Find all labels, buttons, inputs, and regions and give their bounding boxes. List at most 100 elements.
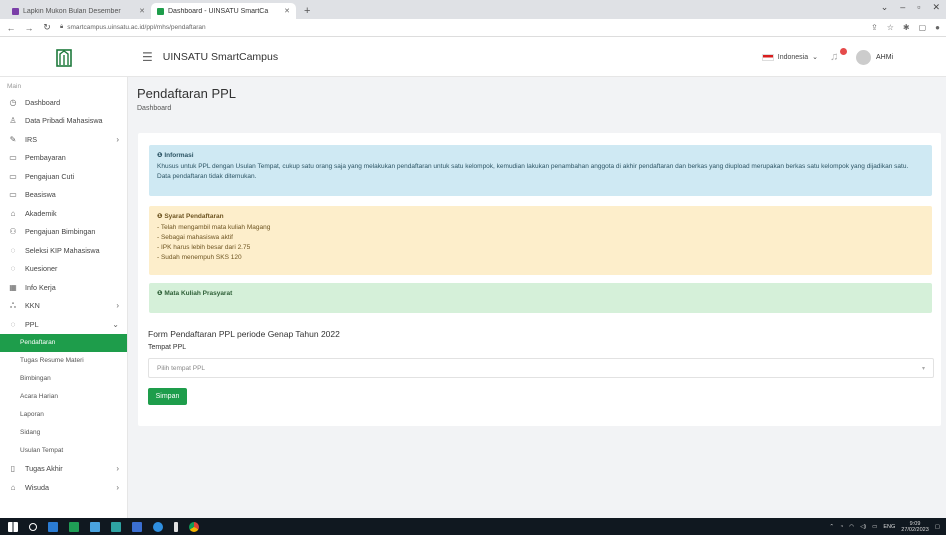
sidebar-item-label: Wisuda bbox=[25, 482, 49, 492]
sidebar-item-pengajuan-bimbingan[interactable]: ⚇ Pengajuan Bimbingan bbox=[0, 223, 127, 242]
sidebar-subitem-sidang[interactable]: Sidang bbox=[0, 424, 127, 442]
browser-tab-lapkin[interactable]: Lapkin Mukon Bulan Desember ✕ bbox=[6, 3, 151, 19]
chevron-down-icon: ▾ bbox=[921, 365, 925, 372]
photos-icon[interactable] bbox=[111, 521, 121, 532]
sidebar-item-data-pribadi-mahasiswa[interactable]: ♙ Data Pribadi Mahasiswa bbox=[0, 112, 127, 131]
browser-tab-dashboard[interactable]: Dashboard - UINSATU SmartCa ✕ bbox=[151, 3, 296, 19]
store-icon[interactable] bbox=[132, 521, 142, 532]
logo-area[interactable] bbox=[0, 47, 128, 67]
sidebar-item-label: PPL bbox=[25, 319, 39, 329]
wifi-icon[interactable]: ◠ bbox=[849, 524, 854, 530]
sidebar-item-ppl[interactable]: ◌ PPL ⌄ bbox=[0, 315, 127, 334]
sidebar: Main ◷ Dashboard ♙ Data Pribadi Mahasiswa ✎ I… bbox=[0, 77, 128, 518]
search-icon[interactable] bbox=[29, 522, 37, 531]
tempat-ppl-select[interactable]: Pilih tempat PPL ▾ bbox=[148, 358, 934, 378]
people-icon: ஃ bbox=[9, 300, 17, 310]
tab-search-icon[interactable]: ⌄ bbox=[881, 2, 889, 13]
input-language[interactable]: ENG bbox=[883, 524, 895, 530]
select-placeholder: Pilih tempat PPL bbox=[157, 364, 206, 372]
excel-icon[interactable] bbox=[69, 521, 79, 532]
sidebar-item-label: Dashboard bbox=[25, 97, 61, 107]
network-icon[interactable]: ◔ bbox=[840, 524, 843, 530]
info-alert-text: Khusus untuk PPL dengan Usulan Tempat, c… bbox=[157, 163, 909, 170]
mortarboard-icon: ⌂ bbox=[10, 482, 16, 492]
volume-icon[interactable]: ◁) bbox=[860, 524, 866, 530]
mortarboard-icon: ⌂ bbox=[10, 208, 16, 218]
back-icon[interactable]: ← bbox=[6, 23, 16, 33]
url-field[interactable]: 🔒︎ smartcampus.uinsatu.ac.id/ppl/mhs/pen… bbox=[60, 21, 863, 34]
browser-address-bar: ← → ↻ 🔒︎ smartcampus.uinsatu.ac.id/ppl/m… bbox=[0, 19, 946, 37]
sidebar-item-pembayaran[interactable]: ▭ Pembayaran bbox=[0, 149, 127, 168]
clock-date: 27/02/2023 bbox=[901, 526, 929, 533]
page-title: Pendaftaran PPL bbox=[137, 86, 237, 101]
tray-chevron-up-icon[interactable]: ⌃ bbox=[829, 524, 834, 530]
info-alert-note: Data pendaftaran tidak ditemukan. bbox=[157, 173, 257, 180]
reload-icon[interactable]: ↻ bbox=[42, 22, 52, 33]
profile-icon[interactable]: ● bbox=[935, 23, 940, 32]
sidebar-item-seleksi-kip-mahasiswa[interactable]: ◌ Seleksi KIP Mahasiswa bbox=[0, 241, 127, 260]
word-icon[interactable] bbox=[48, 521, 58, 532]
close-tab-icon[interactable]: ✕ bbox=[284, 7, 290, 15]
new-tab-button[interactable]: + bbox=[296, 3, 318, 19]
sidebar-subitem-usulan-tempat[interactable]: Usulan Tempat bbox=[0, 442, 127, 460]
breadcrumb[interactable]: Dashboard bbox=[137, 105, 171, 112]
notification-button[interactable]: ♫ bbox=[830, 48, 847, 63]
sidebar-item-wisuda[interactable]: ⌂ Wisuda › bbox=[0, 478, 127, 497]
sidebar-menu: ◷ Dashboard ♙ Data Pribadi Mahasiswa ✎ IRS › ▭ P… bbox=[0, 93, 127, 497]
requirement-item: - Sudah menempuh SKS 120 bbox=[157, 254, 242, 261]
save-button[interactable]: Simpan bbox=[148, 388, 187, 405]
sidebar-item-label: Data Pribadi Mahasiswa bbox=[25, 116, 103, 126]
notifications-icon[interactable]: ▢ bbox=[935, 524, 940, 530]
share-icon[interactable]: ⇪ bbox=[871, 23, 878, 32]
sidebar-item-kkn[interactable]: ஃ KKN › bbox=[0, 297, 127, 316]
sidebar-subitem-tugas-resume-materi[interactable]: Tugas Resume Materi bbox=[0, 352, 127, 370]
minimize-icon[interactable]: – bbox=[900, 2, 905, 13]
chevron-icon: › bbox=[116, 301, 119, 311]
indonesia-flag-icon bbox=[761, 53, 774, 61]
sidebar-subitem-laporan[interactable]: Laporan bbox=[0, 406, 127, 424]
registration-card: ❶ Informasi Khusus untuk PPL dengan Usul… bbox=[138, 133, 941, 426]
card-icon: ▭ bbox=[9, 190, 17, 200]
windows-start-icon[interactable] bbox=[8, 521, 18, 532]
taskbar-icons bbox=[0, 521, 199, 532]
language-selector[interactable]: Indonesia ⌄ bbox=[761, 53, 818, 61]
close-tab-icon[interactable]: ✕ bbox=[139, 7, 145, 15]
extensions-icon[interactable]: ✱ bbox=[903, 23, 910, 32]
info-alert: ❶ Informasi Khusus untuk PPL dengan Usul… bbox=[149, 145, 932, 196]
sidebar-subitem-bimbingan[interactable]: Bimbingan bbox=[0, 370, 127, 388]
bookmark-star-icon[interactable]: ☆ bbox=[887, 23, 894, 32]
prerequisite-alert: ❶ Mata Kuliah Prasyarat bbox=[149, 283, 932, 313]
sidebar-item-info-kerja[interactable]: ▦ Info Kerja bbox=[0, 278, 127, 297]
sidebar-item-dashboard[interactable]: ◷ Dashboard bbox=[0, 93, 127, 112]
sidebar-item-label: Pengajuan Cuti bbox=[25, 171, 75, 181]
maximize-icon[interactable]: ▫ bbox=[917, 2, 920, 13]
keyboard-icon[interactable]: ▭ bbox=[872, 524, 877, 530]
sidepanel-icon[interactable]: ▢ bbox=[919, 23, 927, 32]
sidebar-item-pengajuan-cuti[interactable]: ▭ Pengajuan Cuti bbox=[0, 167, 127, 186]
forward-icon[interactable]: → bbox=[24, 23, 34, 33]
menu-toggle-icon[interactable]: ☰ bbox=[142, 50, 153, 64]
requirement-item: - Telah mengambil mata kuliah Magang bbox=[157, 224, 271, 231]
circle-icon: ◌ bbox=[10, 264, 16, 274]
edge-icon[interactable] bbox=[153, 521, 163, 532]
sidebar-subitem-acara-harian[interactable]: Acara Harian bbox=[0, 388, 127, 406]
user-menu[interactable]: AHMi bbox=[856, 49, 936, 65]
clock[interactable]: 9:09 27/02/2023 bbox=[901, 521, 929, 533]
sidebar-item-tugas-akhir[interactable]: ▯ Tugas Akhir › bbox=[0, 460, 127, 479]
sidebar-item-beasiswa[interactable]: ▭ Beasiswa bbox=[0, 186, 127, 205]
uinsatu-logo-icon bbox=[56, 48, 72, 67]
sidebar-item-irs[interactable]: ✎ IRS › bbox=[0, 130, 127, 149]
app-icon[interactable] bbox=[174, 521, 178, 532]
clock-icon: ◷ bbox=[9, 97, 17, 107]
calendar-icon: ▦ bbox=[9, 282, 17, 292]
circle-icon: ◌ bbox=[10, 319, 16, 329]
file-explorer-icon[interactable] bbox=[90, 521, 100, 532]
window-controls: ⌄ – ▫ ✕ bbox=[881, 2, 940, 13]
info-icon: ❶ bbox=[157, 290, 163, 297]
sidebar-item-kuesioner[interactable]: ◌ Kuesioner bbox=[0, 260, 127, 279]
chrome-icon[interactable] bbox=[189, 521, 199, 532]
sidebar-subitem-pendaftaran[interactable]: Pendaftaran bbox=[0, 333, 127, 352]
sidebar-item-akademik[interactable]: ⌂ Akademik bbox=[0, 204, 127, 223]
chevron-icon: › bbox=[116, 482, 119, 492]
close-window-icon[interactable]: ✕ bbox=[932, 2, 940, 13]
